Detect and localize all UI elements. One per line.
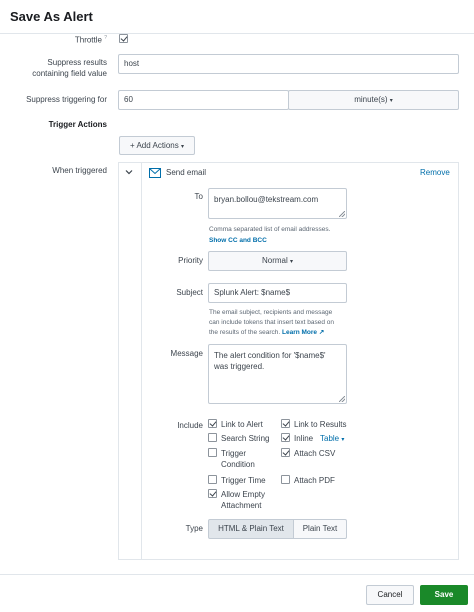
add-actions-button[interactable]: + Add Actions ▾	[119, 136, 195, 155]
to-textarea[interactable]: bryan.bollou@tekstream.com	[208, 188, 347, 219]
when-triggered-label: When triggered	[52, 166, 107, 175]
trigger-time-checkbox[interactable]	[208, 475, 217, 484]
trigger-actions-label: Trigger Actions	[48, 120, 107, 129]
remove-action-link[interactable]: Remove	[420, 167, 450, 178]
subject-help-line-3: the results of the search. Learn More ↗	[209, 329, 325, 336]
to-label: To	[194, 192, 203, 201]
priority-dropdown[interactable]: Normal ▾	[208, 251, 347, 271]
attach-csv-checkbox[interactable]	[281, 448, 290, 457]
caret-down-icon: ▾	[389, 98, 393, 104]
search-string-checkbox[interactable]	[208, 433, 217, 442]
trigger-condition-label: Trigger Condition	[221, 449, 255, 469]
priority-label: Priority	[178, 256, 203, 265]
suppress-triggering-input[interactable]: 60	[118, 90, 289, 110]
save-button[interactable]: Save	[420, 585, 468, 605]
search-string-label: Search String	[221, 434, 270, 443]
dialog-title: Save As Alert	[10, 9, 93, 24]
throttle-help-marker: ?	[104, 35, 107, 41]
resize-grip-icon[interactable]	[339, 396, 345, 402]
attach-pdf-label: Attach PDF	[294, 476, 335, 485]
attach-csv-label: Attach CSV	[294, 449, 336, 458]
type-html-plain-button[interactable]: HTML & Plain Text	[208, 519, 294, 539]
cancel-button[interactable]: Cancel	[366, 585, 414, 605]
subject-label: Subject	[176, 288, 203, 297]
inline-label: Inline	[294, 434, 314, 443]
type-label: Type	[185, 524, 203, 533]
caret-down-icon: ▾	[341, 437, 345, 443]
action-name: Send email	[166, 168, 207, 177]
to-help-text: Comma separated list of email addresses.	[209, 226, 331, 233]
attach-pdf-checkbox[interactable]	[281, 475, 290, 484]
show-cc-bcc-link[interactable]: Show CC and BCC	[209, 236, 349, 246]
link-to-alert-label: Link to Alert	[221, 420, 263, 429]
suppress-unit-dropdown[interactable]: minute(s) ▾	[288, 90, 459, 110]
subject-help-line-2: can include tokens that insert text base…	[209, 319, 335, 326]
suppress-results-input[interactable]: host	[118, 54, 459, 74]
link-to-results-checkbox[interactable]	[281, 419, 290, 428]
allow-empty-attachment-label: Allow Empty Attachment	[221, 490, 266, 510]
suppress-triggering-label: Suppress triggering for	[26, 95, 107, 104]
caret-down-icon: ▾	[290, 259, 294, 265]
envelope-icon	[149, 168, 161, 178]
caret-down-icon: ▾	[180, 144, 184, 150]
external-link-icon: ↗	[318, 329, 325, 336]
message-label: Message	[170, 349, 203, 358]
subject-input[interactable]: Splunk Alert: $name$	[208, 283, 347, 303]
link-to-alert-checkbox[interactable]	[208, 419, 217, 428]
resize-grip-icon[interactable]	[339, 211, 345, 217]
message-textarea[interactable]: The alert condition for '$name$' was tri…	[208, 344, 347, 404]
panel-divider	[141, 162, 142, 560]
dialog-header: Save As Alert	[0, 0, 474, 34]
throttle-checkbox[interactable]	[119, 34, 128, 43]
inline-checkbox[interactable]	[281, 433, 290, 442]
chevron-down-icon[interactable]	[124, 167, 134, 177]
trigger-time-label: Trigger Time	[221, 476, 266, 485]
throttle-label: Throttle ?	[74, 35, 107, 45]
inline-format-dropdown[interactable]: Table ▾	[320, 433, 344, 446]
learn-more-link[interactable]: Learn More ↗	[282, 329, 324, 336]
suppress-results-label: Suppress results containing field value	[32, 58, 107, 78]
type-plain-text-button[interactable]: Plain Text	[293, 519, 347, 539]
allow-empty-attachment-checkbox[interactable]	[208, 489, 217, 498]
include-label: Include	[177, 421, 203, 430]
link-to-results-label: Link to Results	[294, 420, 347, 429]
trigger-condition-checkbox[interactable]	[208, 448, 217, 457]
subject-help-line-1: The email subject, recipients and messag…	[209, 309, 333, 316]
